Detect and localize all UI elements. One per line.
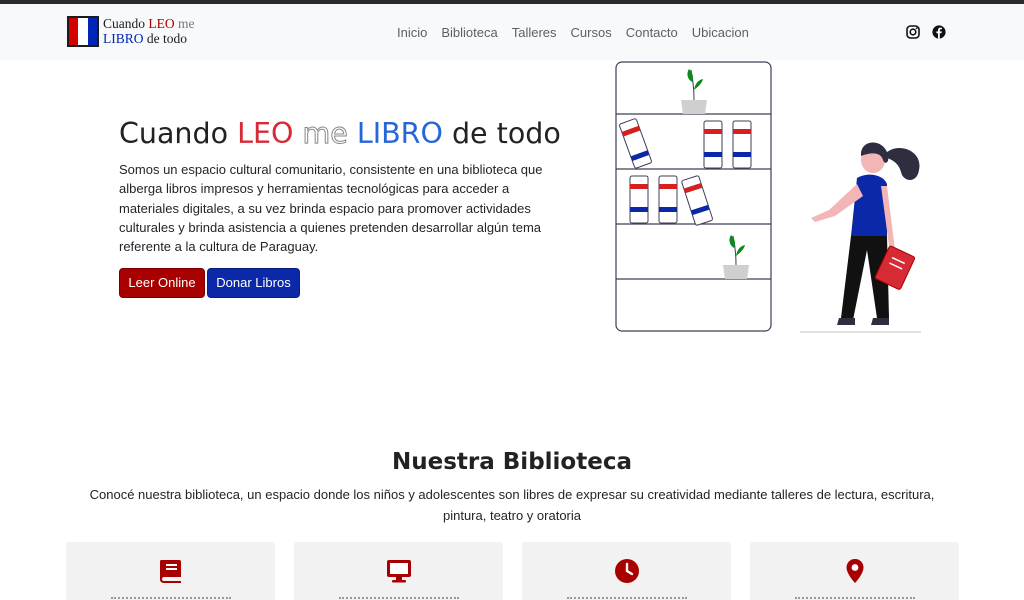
feature-card-hours (522, 542, 731, 600)
biblioteca-title: Nuestra Biblioteca (392, 449, 632, 475)
flag-logo-icon (67, 16, 99, 47)
nav-link-cursos[interactable]: Cursos (571, 25, 612, 40)
read-online-button[interactable]: Leer Online (119, 268, 205, 298)
navbar: Cuando LEO me LIBRO de todo Inicio Bibli… (0, 4, 1024, 60)
nav-link-contacto[interactable]: Contacto (626, 25, 678, 40)
feature-card-location (750, 542, 959, 600)
nav-menu: Inicio Biblioteca Talleres Cursos Contac… (390, 4, 756, 60)
nav-link-biblioteca[interactable]: Biblioteca (441, 25, 497, 40)
biblioteca-description: Conocé nuestra biblioteca, un espacio do… (89, 487, 935, 523)
nav-link-talleres[interactable]: Talleres (512, 25, 557, 40)
hero-description: Somos un espacio cultural comunitario, c… (119, 162, 543, 255)
feature-card-books (66, 542, 275, 600)
brand-name: Cuando LEO me LIBRO de todo (103, 16, 195, 46)
social-links (906, 24, 958, 39)
facebook-icon[interactable] (932, 24, 946, 39)
hero-title-me: me (302, 117, 348, 151)
nav-link-inicio[interactable]: Inicio (397, 25, 427, 40)
library-illustration (615, 61, 921, 333)
book-icon (157, 557, 185, 585)
nav-link-ubicacion[interactable]: Ubicacion (692, 25, 749, 40)
hero-title-libro: LIBRO (356, 117, 443, 150)
location-pin-icon (841, 557, 869, 585)
brand-line1-b: LEO (148, 16, 175, 31)
brand-line1-a: Cuando (103, 16, 149, 31)
hero-title: Cuando LEO me LIBRO de todo (119, 117, 561, 151)
hero-title-part2: de todo (442, 117, 561, 150)
instagram-icon[interactable] (906, 24, 920, 39)
hero-title-part1: Cuando (119, 117, 238, 150)
hero-title-leo: LEO (237, 117, 294, 150)
brand-line2-b: de todo (143, 31, 187, 46)
feature-card-digital (294, 542, 503, 600)
clock-icon (613, 557, 641, 585)
monitor-icon (385, 557, 413, 585)
brand-logo-link[interactable]: Cuando LEO me LIBRO de todo (67, 16, 195, 47)
brand-line1-c: me (174, 16, 195, 31)
brand-line2-a: LIBRO (103, 31, 144, 46)
donate-books-button[interactable]: Donar Libros (207, 268, 300, 298)
